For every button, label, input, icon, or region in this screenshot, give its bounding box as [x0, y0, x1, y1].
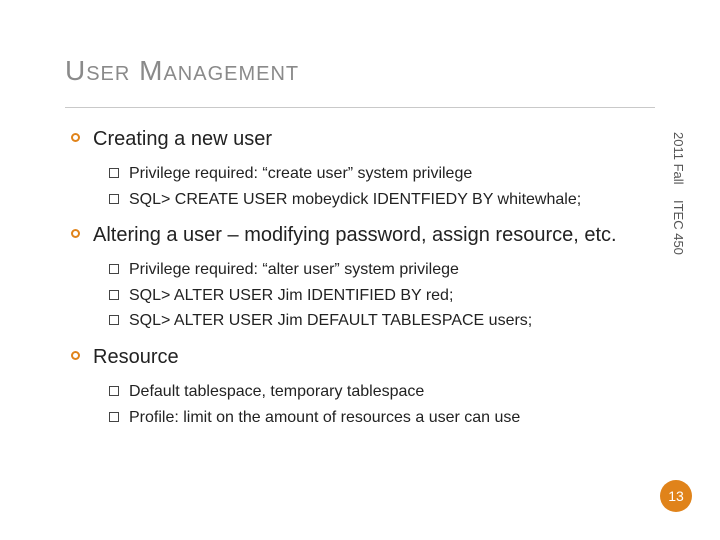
donut-bullet-icon: [71, 351, 81, 361]
square-bullet-icon: [109, 412, 119, 422]
title-divider: [65, 107, 655, 108]
sub-item: Default tablespace, temporary tablespace: [109, 381, 655, 403]
bullet-item: Altering a user – modifying password, as…: [71, 222, 655, 249]
bullet-item: Creating a new user: [71, 126, 655, 153]
bullet-heading: Altering a user – modifying password, as…: [93, 222, 617, 249]
sub-item-text: SQL> ALTER USER Jim IDENTIFIED BY red;: [129, 285, 453, 307]
sub-item-text: SQL> ALTER USER Jim DEFAULT TABLESPACE u…: [129, 310, 532, 332]
sub-item-text: Profile: limit on the amount of resource…: [129, 407, 520, 429]
page-number: 13: [660, 480, 692, 512]
sub-item: SQL> ALTER USER Jim DEFAULT TABLESPACE u…: [109, 310, 655, 332]
slide-body: Creating a new user Privilege required: …: [65, 126, 655, 428]
sub-item-text: SQL> CREATE USER mobeydick IDENTFIEDY BY…: [129, 189, 581, 211]
sub-item: SQL> ALTER USER Jim IDENTIFIED BY red;: [109, 285, 655, 307]
donut-bullet-icon: [71, 133, 81, 143]
donut-bullet-icon: [71, 229, 81, 239]
sub-item: SQL> CREATE USER mobeydick IDENTFIEDY BY…: [109, 189, 655, 211]
sub-item: Privilege required: “create user” system…: [109, 163, 655, 185]
square-bullet-icon: [109, 194, 119, 204]
square-bullet-icon: [109, 168, 119, 178]
sub-item-text: Default tablespace, temporary tablespace: [129, 381, 424, 403]
side-label-course: ITEC 450: [671, 200, 686, 255]
slide: User Management Creating a new user Priv…: [0, 0, 720, 540]
sub-list: Default tablespace, temporary tablespace…: [71, 381, 655, 428]
sub-list: Privilege required: “alter user” system …: [71, 259, 655, 332]
side-label-term: 2011 Fall: [671, 132, 686, 185]
sub-item-text: Privilege required: “alter user” system …: [129, 259, 459, 281]
sub-item: Profile: limit on the amount of resource…: [109, 407, 655, 429]
bullet-heading: Creating a new user: [93, 126, 272, 153]
sub-item-text: Privilege required: “create user” system…: [129, 163, 472, 185]
square-bullet-icon: [109, 386, 119, 396]
bullet-heading: Resource: [93, 344, 179, 371]
square-bullet-icon: [109, 264, 119, 274]
bullet-item: Resource: [71, 344, 655, 371]
sub-item: Privilege required: “alter user” system …: [109, 259, 655, 281]
square-bullet-icon: [109, 290, 119, 300]
square-bullet-icon: [109, 315, 119, 325]
sub-list: Privilege required: “create user” system…: [71, 163, 655, 210]
slide-title: User Management: [65, 55, 655, 87]
